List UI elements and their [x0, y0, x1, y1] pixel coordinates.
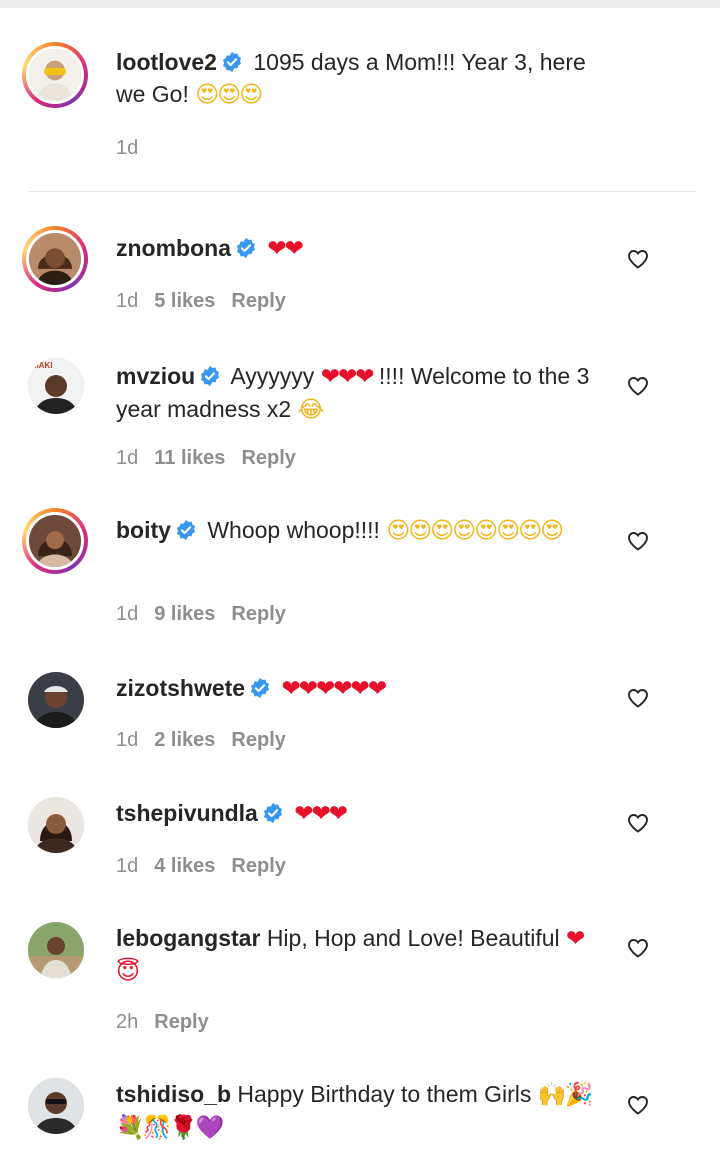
comment-body: Happy Birthday to them Girls — [237, 1081, 532, 1107]
comment-body: Whoop whoop!!!! — [207, 517, 380, 543]
timestamp: 1d — [116, 447, 139, 469]
reply-button[interactable]: Reply — [231, 603, 285, 625]
username[interactable]: mvziou — [116, 363, 195, 389]
comment-body: Hip, Hop and Love! Beautiful — [266, 925, 560, 951]
like-button[interactable] — [626, 529, 650, 553]
heart-outline-icon — [628, 532, 648, 551]
avatar-image — [26, 230, 84, 288]
timestamp: 1d — [116, 603, 139, 625]
verified-badge-icon — [221, 51, 243, 73]
like-button[interactable] — [626, 936, 650, 960]
like-button[interactable] — [626, 811, 650, 835]
heart-outline-icon — [628, 689, 648, 708]
comment-text: tshidiso_b Happy Birthday to them Girls … — [116, 1078, 596, 1144]
avatar-image — [26, 512, 84, 570]
avatar-image — [28, 672, 84, 728]
likes-count[interactable]: 5 likes — [154, 290, 215, 312]
divider — [28, 191, 696, 192]
timestamp: 2h — [116, 1011, 139, 1033]
heart-outline-icon — [628, 377, 648, 396]
username[interactable]: boity — [116, 517, 171, 543]
comment-body: Ayyyyyy — [230, 363, 315, 389]
likes-count[interactable]: 2 likes — [154, 729, 215, 751]
comment-text: tshepivundla ❤❤❤ — [116, 797, 596, 830]
caption-meta: 1d — [116, 136, 154, 160]
comment-emoji: ❤❤❤ — [294, 801, 348, 827]
top-edge — [0, 0, 720, 8]
avatar-tshidiso_b[interactable] — [28, 1078, 84, 1134]
like-button[interactable] — [626, 1093, 650, 1117]
heart-outline-icon — [628, 939, 648, 958]
comment-meta: 1d 5 likes Reply — [116, 289, 302, 313]
username[interactable]: tshepivundla — [116, 800, 258, 826]
avatar-boity[interactable] — [22, 508, 88, 574]
heart-outline-icon — [628, 250, 648, 269]
timestamp: 1d — [116, 729, 139, 751]
comment-text: zizotshwete ❤❤❤❤❤❤ — [116, 672, 596, 705]
timestamp: 1d — [116, 855, 139, 877]
comment-text: lebogangstar Hip, Hop and Love! Beautifu… — [116, 922, 596, 988]
avatar-image — [28, 1078, 84, 1134]
username[interactable]: lebogangstar — [116, 925, 260, 951]
verified-badge-icon — [262, 802, 284, 824]
comment-text: znombona ❤❤ — [116, 232, 596, 265]
comment-meta: 2h Reply — [116, 1010, 225, 1034]
avatar-image — [28, 922, 84, 978]
comment-text: mvziou Ayyyyyy ❤❤❤ !!!! Welcome to the 3… — [116, 360, 596, 426]
likes-count[interactable]: 4 likes — [154, 855, 215, 877]
username[interactable]: znombona — [116, 235, 231, 261]
username[interactable]: lootlove2 — [116, 49, 217, 75]
reply-button[interactable]: Reply — [241, 447, 295, 469]
avatar-zizotshwete[interactable] — [28, 672, 84, 728]
verified-badge-icon — [175, 519, 197, 541]
comment-text: boity Whoop whoop!!!! 😍😍😍😍😍😍😍😍 — [116, 514, 596, 547]
avatar-lebogangstar[interactable] — [28, 922, 84, 978]
username[interactable]: zizotshwete — [116, 675, 245, 701]
timestamp: 1d — [116, 137, 139, 159]
username[interactable]: tshidiso_b — [116, 1081, 231, 1107]
comment-emoji: 😍😍😍😍😍😍😍😍 — [386, 518, 564, 544]
comment-emoji: ❤❤ — [267, 236, 304, 262]
verified-badge-icon — [249, 677, 271, 699]
avatar-lootlove2[interactable] — [22, 42, 88, 108]
verified-badge-icon — [235, 237, 257, 259]
comment-emoji-after: 😂 — [297, 397, 325, 423]
heart-outline-icon — [628, 814, 648, 833]
like-button[interactable] — [626, 374, 650, 398]
avatar-mvziou[interactable]: MAKI — [28, 358, 84, 414]
caption-emoji: 😍😍😍 — [195, 82, 263, 108]
avatar-image — [28, 797, 84, 853]
reply-button[interactable]: Reply — [231, 855, 285, 877]
avatar-image — [26, 46, 84, 104]
reply-button[interactable]: Reply — [231, 729, 285, 751]
avatar-znombona[interactable] — [22, 226, 88, 292]
reply-button[interactable]: Reply — [231, 290, 285, 312]
comment-meta: 1d 4 likes Reply — [116, 854, 302, 878]
like-button[interactable] — [626, 247, 650, 271]
timestamp: 1d — [116, 290, 139, 312]
avatar-image: MAKI — [28, 358, 84, 414]
comment-emoji: ❤❤❤❤❤❤ — [281, 676, 387, 702]
comment-emoji: ❤❤❤ — [320, 364, 375, 390]
avatar-tshepivundla[interactable] — [28, 797, 84, 853]
svg-text:MAKI: MAKI — [32, 361, 52, 370]
like-button[interactable] — [626, 686, 650, 710]
verified-badge-icon — [199, 365, 221, 387]
reply-button[interactable]: Reply — [154, 1011, 208, 1033]
heart-outline-icon — [628, 1096, 648, 1115]
likes-count[interactable]: 9 likes — [154, 603, 215, 625]
caption-text: lootlove2 1095 days a Mom!!! Year 3, her… — [116, 46, 596, 111]
comment-meta: 1d 11 likes Reply — [116, 446, 312, 470]
comment-meta: 1d 9 likes Reply — [116, 602, 302, 626]
comment-meta: 1d 2 likes Reply — [116, 728, 302, 752]
likes-count[interactable]: 11 likes — [154, 447, 225, 469]
